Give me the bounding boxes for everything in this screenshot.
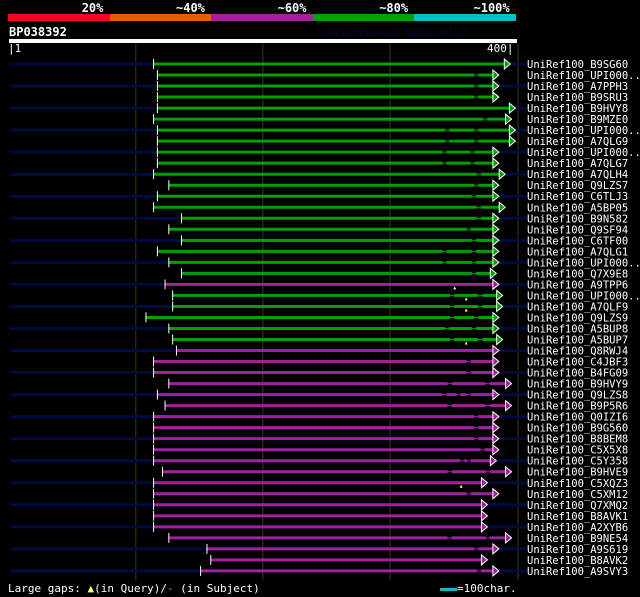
hit-end-arrow-icon (505, 531, 513, 544)
hit-end-arrow-icon (505, 377, 513, 390)
query-gap-icon (459, 484, 463, 488)
scale-key-bar-icon (440, 587, 457, 591)
hit-end-arrow-icon (505, 399, 513, 412)
query-gap-icon (464, 297, 468, 301)
alignment-graphic: UniRef100_B9SG60UniRef100_UPI000..UniRef… (10, 44, 640, 580)
hit-end-arrow-icon (492, 90, 500, 104)
hit-end-arrow-icon (492, 564, 500, 577)
hit-end-arrow-icon (505, 113, 513, 126)
hit-end-arrow-icon (492, 542, 500, 555)
hit-end-arrow-icon (492, 256, 500, 269)
scale-key-label: =100char. (457, 582, 517, 595)
hit-end-arrow-icon (492, 79, 500, 93)
hit-end-arrow-icon (492, 410, 500, 423)
hit-end-arrow-icon (480, 509, 489, 522)
hit-end-arrow-icon (492, 487, 500, 500)
hit-end-arrow-icon (492, 421, 500, 434)
hit-end-arrow-icon (492, 443, 500, 456)
hit-end-arrow-icon (498, 201, 506, 214)
scale-key: =100char. (440, 582, 517, 595)
hit-end-arrow-icon (503, 57, 512, 71)
hit-end-arrow-icon (492, 432, 500, 445)
hit-end-arrow-icon (492, 388, 500, 401)
hit-end-arrow-icon (480, 498, 489, 511)
hit-end-arrow-icon (496, 289, 504, 302)
hit-end-arrow-icon (508, 135, 517, 148)
hit-end-arrow-icon (508, 102, 517, 115)
hit-end-arrow-icon (496, 333, 504, 346)
hit-end-arrow-icon (480, 476, 489, 489)
hit-end-arrow-icon (480, 553, 489, 566)
hit-end-arrow-icon (492, 190, 500, 203)
hit-end-arrow-icon (498, 168, 506, 181)
hit-end-arrow-icon (492, 223, 500, 236)
hit-end-arrow-icon (492, 245, 500, 258)
query-gap-icon (464, 308, 468, 312)
hit-end-arrow-icon (489, 454, 498, 467)
hit-end-arrow-icon (492, 146, 500, 159)
hit-end-arrow-icon (489, 267, 498, 280)
legend-subject-gap: (in Subject) (180, 582, 260, 595)
hit-label[interactable]: UniRef100_A9SVY3 (527, 566, 628, 578)
hit-end-arrow-icon (492, 157, 500, 170)
query-gap-icon (464, 341, 468, 345)
legend-prefix: Large gaps: (8, 582, 81, 595)
hit-end-arrow-icon (505, 465, 513, 478)
hit-end-arrow-icon (492, 278, 500, 291)
hit-end-arrow-icon (492, 212, 500, 225)
subject-gap-icon: - (166, 582, 174, 595)
gap-legend: Large gaps: ▲(in Query)/- (in Subject) (8, 582, 260, 595)
hit-end-arrow-icon (492, 344, 500, 357)
hit-end-arrow-icon (492, 322, 500, 335)
hit-end-arrow-icon (492, 234, 500, 247)
hit-end-arrow-icon (492, 68, 500, 82)
hit-end-arrow-icon (480, 520, 489, 533)
hit-end-arrow-icon (492, 179, 500, 192)
hit-end-arrow-icon (492, 366, 500, 379)
query-gap-icon (453, 286, 457, 290)
legend-query-gap: (in Query)/ (94, 582, 167, 595)
hit-end-arrow-icon (496, 300, 504, 313)
hit-end-arrow-icon (492, 355, 500, 368)
hit-end-arrow-icon (492, 311, 500, 324)
hit-end-arrow-icon (508, 124, 517, 137)
